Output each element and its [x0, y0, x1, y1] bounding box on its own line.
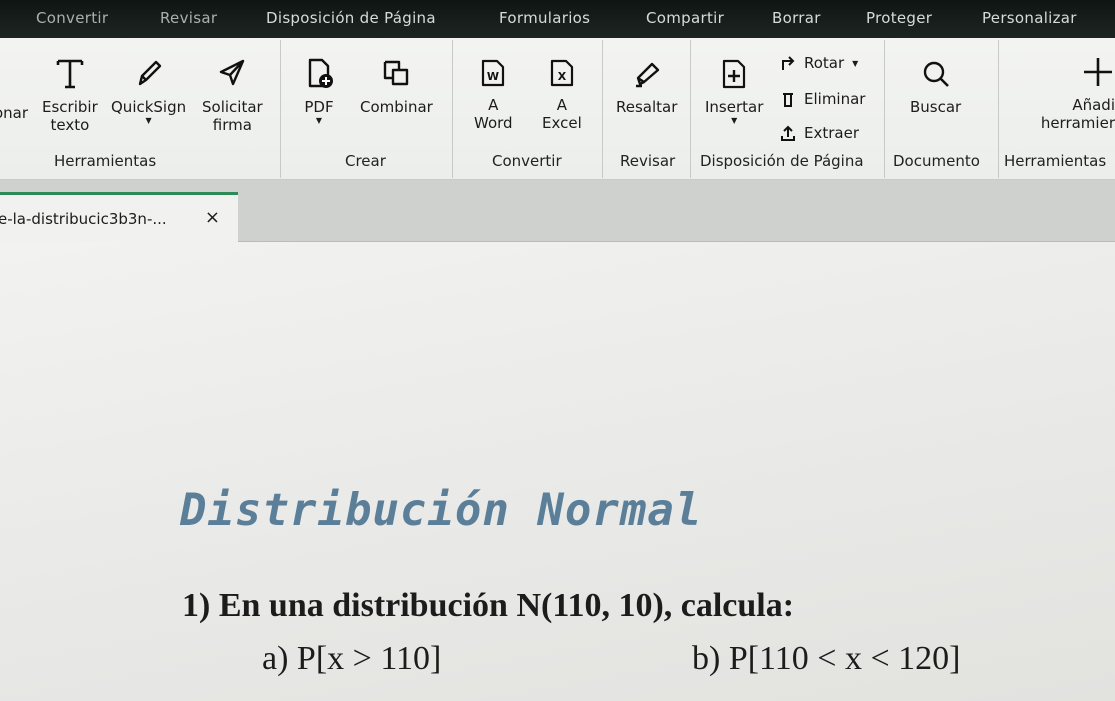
tool-quicksign[interactable]: QuickSign ▼	[111, 56, 186, 126]
document-tab-name: e-la-distribucic3b3n-...	[0, 209, 167, 228]
combine-icon	[384, 60, 409, 86]
text-tool-icon	[56, 59, 84, 89]
tool-label: PDF	[304, 98, 334, 116]
tool-a-word[interactable]: W A Word	[474, 58, 513, 132]
plus-icon	[1084, 58, 1112, 86]
trash-icon	[783, 93, 793, 107]
document-page: Distribución Normal 1) En una distribuci…	[0, 242, 1115, 701]
pen-icon	[138, 60, 161, 86]
menu-personalizar[interactable]: Personalizar	[982, 9, 1077, 27]
document-tab[interactable]: e-la-distribucic3b3n-... ×	[0, 192, 238, 242]
question-1b: b) P[110 < x < 120]	[692, 640, 961, 677]
tool-label: Extraer	[804, 124, 859, 142]
tool-label: Escribir	[42, 98, 98, 116]
group-separator	[690, 40, 691, 178]
group-separator	[998, 40, 999, 178]
menu-revisar[interactable]: Revisar	[160, 9, 217, 27]
tool-label: A	[488, 96, 499, 114]
document-heading: Distribución Normal	[180, 485, 703, 536]
chevron-down-icon: ▼	[731, 116, 738, 125]
insert-page-icon	[723, 59, 746, 89]
tool-label: Insertar	[705, 98, 764, 116]
group-label-herramientas: Herramientas	[54, 152, 157, 170]
menu-convertir[interactable]: Convertir	[36, 9, 108, 27]
menu-proteger[interactable]: Proteger	[866, 9, 932, 27]
tool-insertar[interactable]: Insertar ▼	[705, 58, 763, 126]
send-icon	[220, 59, 245, 86]
extract-icon	[781, 125, 795, 141]
tool-label: herramier	[1040, 114, 1115, 132]
search-icon	[923, 61, 949, 87]
group-label-herramientas-2: Herramientas	[1004, 152, 1107, 170]
tool-buscar[interactable]: Buscar	[910, 58, 961, 116]
tool-label: Word	[474, 114, 513, 132]
tool-label: Combinar	[360, 98, 433, 116]
menu-compartir[interactable]: Compartir	[646, 9, 724, 27]
svg-text:X: X	[558, 70, 567, 83]
group-label-convertir: Convertir	[492, 152, 562, 170]
tool-label: A	[556, 96, 567, 114]
tool-seleccionar[interactable]: onar	[0, 104, 28, 122]
word-icon: W	[482, 59, 505, 87]
tool-label: texto	[50, 116, 90, 134]
document-tab-strip: e-la-distribucic3b3n-... ×	[0, 180, 1115, 242]
rotate-icon	[782, 56, 795, 70]
tool-pdf[interactable]: PDF ▼	[302, 56, 336, 126]
chevron-down-icon: ▼	[315, 116, 323, 125]
group-separator	[602, 40, 603, 178]
tool-label: Resaltar	[616, 98, 678, 116]
tool-label: firma	[212, 116, 252, 134]
tool-combinar[interactable]: Combinar	[360, 56, 433, 116]
tool-label: QuickSign	[111, 98, 187, 116]
group-separator	[280, 40, 281, 178]
tool-extraer[interactable]: Extraer	[780, 124, 859, 142]
svg-text:W: W	[487, 70, 499, 83]
group-separator	[452, 40, 453, 178]
menu-formularios[interactable]: Formularios	[499, 9, 590, 27]
tool-rotar[interactable]: Rotar ▼	[780, 54, 858, 72]
menu-borrar[interactable]: Borrar	[772, 9, 821, 27]
highlighter-icon	[635, 62, 659, 88]
group-separator	[884, 40, 885, 178]
ribbon-toolbar: onar Escribir texto QuickSign ▼ Solicita…	[0, 38, 1115, 180]
tool-label: Buscar	[910, 98, 962, 116]
tool-anadir-herramientas[interactable]: Añadi herramier	[1040, 54, 1115, 132]
tool-resaltar[interactable]: Resaltar	[616, 58, 677, 116]
tool-escribir-texto[interactable]: Escribir texto	[42, 56, 98, 134]
chevron-down-icon: ▼	[145, 116, 152, 125]
close-icon[interactable]: ×	[205, 207, 220, 228]
tool-label: Eliminar	[804, 90, 866, 108]
group-label-disposicion: Disposición de Página	[700, 152, 864, 170]
tool-label: Añadi	[1072, 96, 1115, 114]
tool-a-excel[interactable]: X A Excel	[542, 58, 582, 132]
new-pdf-icon	[308, 58, 333, 88]
group-label-revisar: Revisar	[620, 152, 676, 170]
question-1: 1) En una distribución N(110, 10), calcu…	[182, 587, 795, 624]
chevron-down-icon: ▼	[852, 58, 859, 68]
tool-label: Excel	[542, 114, 582, 132]
tool-label: Solicitar	[202, 98, 263, 116]
question-1a: a) P[x > 110]	[262, 640, 442, 677]
excel-icon: X	[550, 59, 573, 87]
group-label-documento: Documento	[893, 152, 980, 170]
menu-disposicion[interactable]: Disposición de Página	[266, 9, 436, 27]
tool-solicitar-firma[interactable]: Solicitar firma	[202, 56, 263, 134]
tool-label: Rotar	[804, 54, 845, 72]
group-label-crear: Crear	[345, 152, 386, 170]
menu-bar: Convertir Revisar Disposición de Página …	[0, 0, 1115, 38]
tool-eliminar[interactable]: Eliminar	[780, 90, 865, 108]
tool-label: onar	[0, 104, 29, 122]
